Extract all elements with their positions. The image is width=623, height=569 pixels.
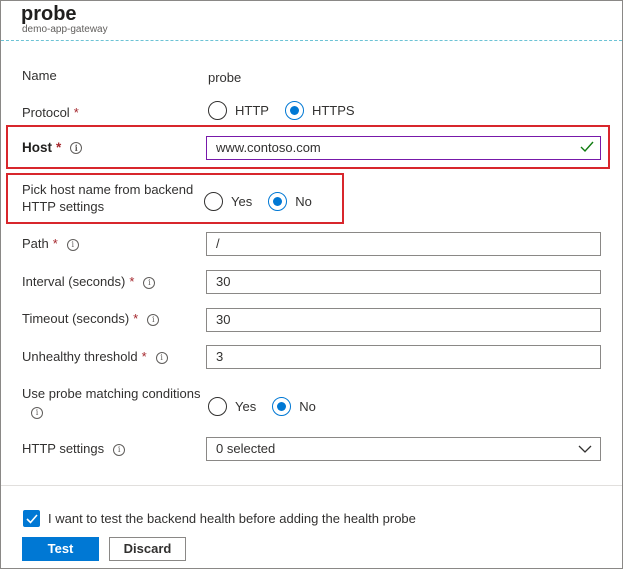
protocol-http-radio[interactable] xyxy=(208,101,227,120)
checkmark-icon xyxy=(580,141,594,153)
info-icon[interactable]: i xyxy=(147,314,160,326)
matching-label-text: Use probe matching conditions xyxy=(22,386,201,401)
name-value: probe xyxy=(208,70,242,85)
required-marker: * xyxy=(56,140,62,155)
path-label: Path * i xyxy=(22,236,79,251)
matching-label: Use probe matching conditions i xyxy=(22,385,201,421)
http-settings-value: 0 selected xyxy=(216,441,276,456)
path-input-value: / xyxy=(216,236,220,251)
interval-input-value: 30 xyxy=(216,274,231,289)
probe-panel: probe demo-app-gateway Name probe Protoc… xyxy=(0,0,623,569)
pick-host-yes-label[interactable]: Yes xyxy=(231,194,252,209)
http-settings-label: HTTP settings i xyxy=(22,441,126,456)
path-label-text: Path xyxy=(22,236,49,251)
test-health-checkbox[interactable] xyxy=(23,510,40,527)
matching-no-radio[interactable] xyxy=(272,397,292,416)
matching-yes-label[interactable]: Yes xyxy=(235,399,256,414)
required-marker: * xyxy=(133,311,139,326)
info-icon[interactable]: i xyxy=(70,142,83,154)
path-input[interactable]: / xyxy=(206,232,601,256)
protocol-https-label[interactable]: HTTPS xyxy=(312,103,355,118)
required-marker: * xyxy=(52,236,58,251)
interval-input[interactable]: 30 xyxy=(206,270,601,294)
pick-host-no-label[interactable]: No xyxy=(295,194,312,209)
interval-label-text: Interval (seconds) xyxy=(22,274,126,289)
pick-host-label-line2: HTTP settings xyxy=(22,199,105,214)
required-marker: * xyxy=(73,105,79,120)
host-label: Host * i xyxy=(22,140,83,155)
page-subtitle: demo-app-gateway xyxy=(22,24,108,35)
info-icon[interactable]: i xyxy=(143,277,156,289)
test-health-checkbox-label[interactable]: I want to test the backend health before… xyxy=(48,511,416,526)
unhealthy-input-value: 3 xyxy=(216,349,224,364)
interval-label: Interval (seconds) * i xyxy=(22,274,156,289)
protocol-https-radio[interactable] xyxy=(284,101,304,120)
matching-radio-group: Yes No xyxy=(208,397,332,416)
http-settings-dropdown[interactable]: 0 selected xyxy=(206,437,601,461)
timeout-label: Timeout (seconds) * i xyxy=(22,311,160,326)
chevron-down-icon xyxy=(578,445,592,453)
unhealthy-label: Unhealthy threshold * i xyxy=(22,349,168,364)
host-label-text: Host xyxy=(22,140,52,155)
required-marker: * xyxy=(129,274,135,289)
info-icon[interactable]: i xyxy=(66,239,79,251)
host-input[interactable]: www.contoso.com xyxy=(206,136,601,160)
matching-yes-radio[interactable] xyxy=(208,397,227,416)
footer-divider xyxy=(1,485,622,486)
info-icon[interactable]: i xyxy=(113,444,126,456)
page-title: probe xyxy=(21,3,77,25)
http-settings-label-text: HTTP settings xyxy=(22,441,105,456)
unhealthy-input[interactable]: 3 xyxy=(206,345,601,369)
panel-header: probe demo-app-gateway xyxy=(1,1,622,41)
checkmark-icon xyxy=(26,514,38,524)
name-label: Name xyxy=(22,68,57,83)
protocol-label-text: Protocol xyxy=(22,105,70,120)
timeout-input[interactable]: 30 xyxy=(206,308,601,332)
timeout-label-text: Timeout (seconds) xyxy=(22,311,130,326)
test-button[interactable]: Test xyxy=(22,537,99,561)
pick-host-label-line1: Pick host name from backend xyxy=(22,182,194,197)
pick-host-label: Pick host name from backend HTTP setting… xyxy=(22,181,193,215)
pick-host-yes-radio[interactable] xyxy=(204,192,223,211)
info-icon[interactable]: i xyxy=(155,352,168,364)
pick-host-radio-group: Yes No xyxy=(204,192,328,211)
discard-button[interactable]: Discard xyxy=(109,537,186,561)
info-icon[interactable]: i xyxy=(31,407,43,419)
matching-no-label[interactable]: No xyxy=(299,399,316,414)
unhealthy-label-text: Unhealthy threshold xyxy=(22,349,138,364)
protocol-radio-group: HTTP HTTPS xyxy=(208,101,371,120)
timeout-input-value: 30 xyxy=(216,312,231,327)
host-input-value: www.contoso.com xyxy=(216,140,321,155)
protocol-label: Protocol * xyxy=(22,105,79,120)
pick-host-no-radio[interactable] xyxy=(268,192,288,211)
protocol-http-label[interactable]: HTTP xyxy=(235,103,269,118)
required-marker: * xyxy=(141,349,147,364)
